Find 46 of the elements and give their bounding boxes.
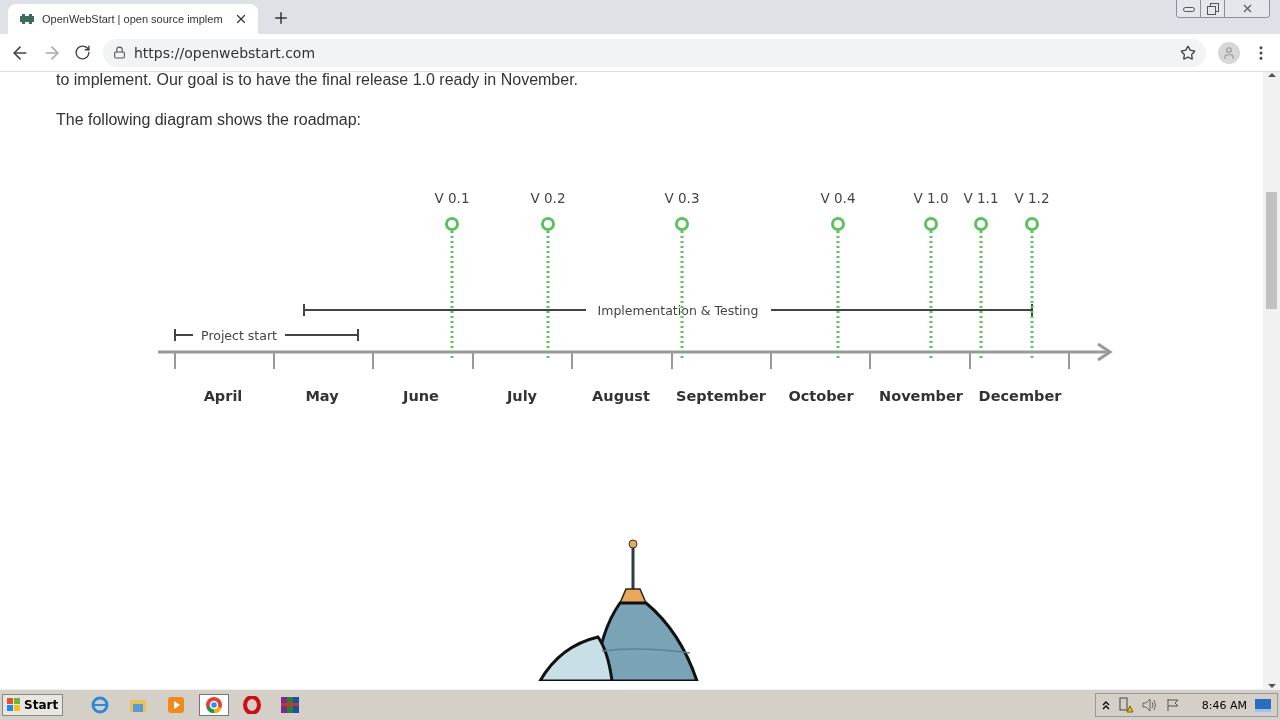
month-label: November <box>879 388 963 404</box>
restore-icon <box>1206 2 1219 15</box>
browser-tab[interactable]: OpenWebStart | open source implem <box>8 4 258 34</box>
lock-icon <box>113 46 126 59</box>
month-label: September <box>676 388 766 404</box>
paragraph: The following diagram shows the roadmap: <box>55 110 363 130</box>
start-button[interactable]: Start <box>2 694 64 716</box>
month-label: July <box>506 388 538 404</box>
new-tab-icon[interactable] <box>272 9 290 27</box>
restore-button[interactable] <box>1201 0 1225 17</box>
version-label: V 1.2 <box>1014 190 1050 206</box>
bookmark-star-icon[interactable] <box>1180 44 1196 61</box>
favicon-icon <box>20 14 34 24</box>
minimize-icon <box>1182 5 1195 12</box>
month-label: August <box>592 388 650 404</box>
minimize-button[interactable] <box>1177 0 1201 17</box>
chrome-icon[interactable] <box>199 694 230 716</box>
scrollbar[interactable] <box>1263 72 1280 689</box>
version-label: V 0.3 <box>664 190 700 206</box>
show-desktop-icon[interactable] <box>1255 698 1271 712</box>
paragraph: to implement. Our goal is to have the final release 1.0 ready in November. <box>55 72 580 90</box>
month-label: December <box>978 388 1062 404</box>
version-label: V 1.0 <box>913 190 949 206</box>
month-label: April <box>203 388 243 404</box>
close-tab-icon[interactable] <box>234 12 248 26</box>
reload-icon[interactable] <box>74 44 91 61</box>
speaker-icon[interactable] <box>1141 698 1158 712</box>
chevron-up-icon[interactable] <box>1101 700 1110 710</box>
address-bar[interactable]: https://openwebstart.com <box>103 38 1206 67</box>
month-label: May <box>305 388 339 404</box>
version-label: V 0.1 <box>434 190 470 206</box>
flag-icon[interactable] <box>1165 698 1180 712</box>
version-label: V 1.1 <box>963 190 999 206</box>
version-label: V 0.4 <box>820 190 856 206</box>
url-text: https://openwebstart.com <box>134 44 317 61</box>
phase-label: Implementation & Testing <box>597 303 759 318</box>
version-label: V 0.2 <box>530 190 566 206</box>
phase-label: Project start <box>201 328 277 343</box>
month-label: June <box>403 388 439 404</box>
close-button[interactable] <box>1225 0 1269 17</box>
windows-logo-icon <box>7 698 21 712</box>
scrollbar-thumb[interactable] <box>1266 192 1277 309</box>
tab-title: OpenWebStart | open source implem <box>42 13 224 25</box>
network-warning-icon[interactable] <box>1117 697 1134 713</box>
clock: 8:46 AM <box>1201 698 1247 712</box>
month-label: October <box>788 388 854 404</box>
